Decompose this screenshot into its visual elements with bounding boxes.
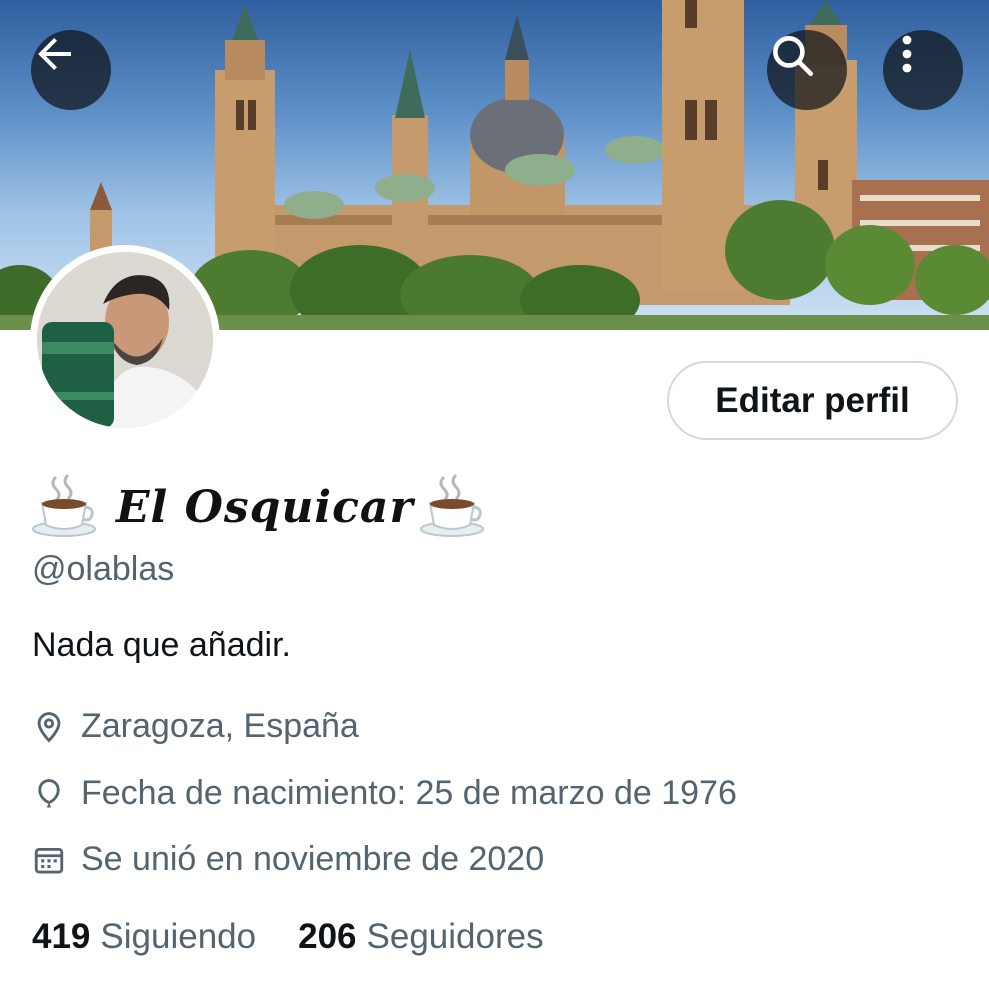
following-link[interactable]: 419 Siguiendo (32, 917, 256, 957)
follow-stats: 419 Siguiendo 206 Seguidores (32, 917, 544, 957)
more-options-button[interactable] (883, 30, 963, 110)
user-handle: @olablas (32, 550, 175, 588)
bio-text: Nada que añadir. (32, 626, 291, 664)
followers-link[interactable]: 206 Seguidores (298, 917, 543, 957)
birth-date-row: Fecha de nacimiento: 25 de marzo de 1976 (32, 774, 737, 813)
hot-beverage-icon (419, 473, 484, 537)
profile-page: Editar perfil El Osquicar @olablas Nada … (0, 0, 989, 1000)
avatar-photo (37, 252, 213, 428)
location-pin-icon (37, 711, 61, 742)
following-count: 419 (32, 917, 91, 956)
hot-beverage-icon (32, 473, 96, 537)
joined-row: Se unió en noviembre de 2020 (32, 840, 544, 879)
location-row: Zaragoza, España (32, 707, 359, 746)
calendar-icon (34, 847, 64, 873)
back-button[interactable] (31, 30, 111, 110)
followers-label: Seguidores (366, 917, 544, 956)
following-label: Siguiendo (100, 917, 257, 956)
balloon-icon (38, 778, 60, 807)
avatar[interactable] (30, 245, 220, 435)
edit-profile-button[interactable]: Editar perfil (667, 361, 958, 440)
search-button[interactable] (767, 30, 847, 110)
display-name: El Osquicar (116, 481, 414, 533)
joined-text: Se unió en noviembre de 2020 (81, 840, 545, 878)
display-name-row: El Osquicar (30, 470, 486, 540)
more-vertical-icon (902, 35, 912, 73)
search-icon (773, 36, 814, 77)
location-text: Zaragoza, España (81, 707, 359, 745)
followers-count: 206 (298, 917, 357, 956)
birth-date-text: Fecha de nacimiento: 25 de marzo de 1976 (81, 774, 737, 812)
arrow-left-icon (38, 38, 71, 70)
